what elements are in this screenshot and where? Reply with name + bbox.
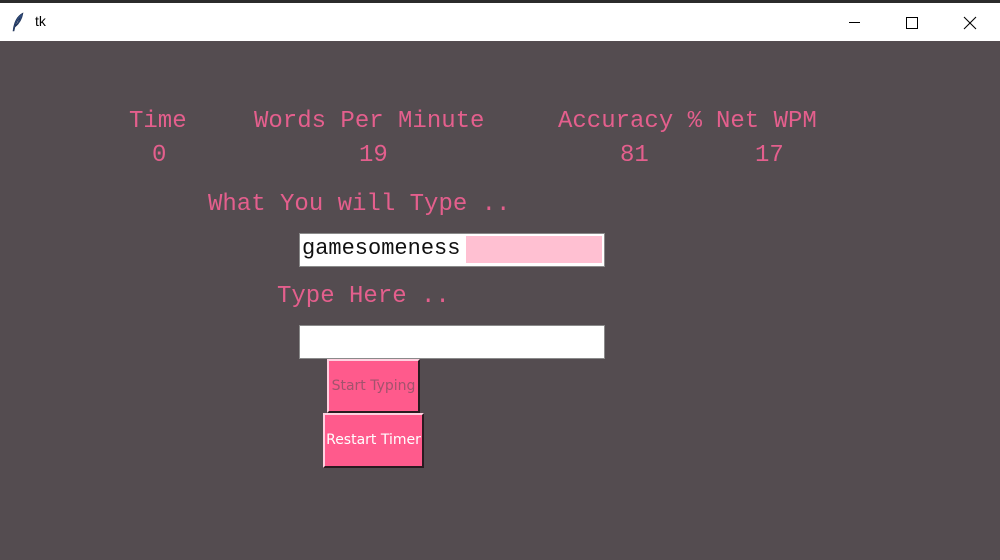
maximize-icon — [906, 17, 918, 29]
prompt-selection-highlight — [466, 236, 602, 263]
typing-label: Type Here .. — [277, 283, 450, 310]
app-window: tk Time Words Per Minute Accuracy % Net … — [0, 0, 1000, 560]
window-title: tk — [35, 13, 46, 29]
app-client-area: Time Words Per Minute Accuracy % Net WPM… — [0, 41, 1000, 560]
maximize-button[interactable] — [884, 3, 942, 41]
title-bar[interactable]: tk — [0, 0, 1000, 41]
prompt-word-field[interactable]: gamesomeness — [299, 233, 605, 267]
close-button[interactable] — [942, 3, 1000, 41]
wpm-label: Words Per Minute — [254, 108, 485, 135]
accuracy-value: 81 — [620, 142, 649, 169]
prompt-label: What You will Type .. — [208, 191, 511, 218]
typing-input[interactable] — [299, 325, 605, 359]
close-icon — [963, 16, 977, 30]
start-typing-button-label: Start Typing — [331, 378, 416, 394]
time-label: Time — [129, 108, 187, 135]
start-typing-button[interactable]: Start Typing — [327, 359, 420, 413]
net-wpm-value: 17 — [755, 142, 784, 169]
accuracy-label: Accuracy % — [558, 108, 703, 135]
time-value: 0 — [152, 142, 167, 169]
net-wpm-label: Net WPM — [716, 108, 817, 135]
restart-timer-button-label: Restart Timer — [326, 432, 421, 448]
wpm-value: 19 — [359, 142, 388, 169]
restart-timer-button[interactable]: Restart Timer — [323, 413, 424, 468]
minimize-button[interactable] — [826, 3, 884, 41]
prompt-word-text: gamesomeness — [302, 236, 461, 261]
feather-icon — [12, 12, 24, 32]
minimize-icon — [849, 22, 860, 23]
